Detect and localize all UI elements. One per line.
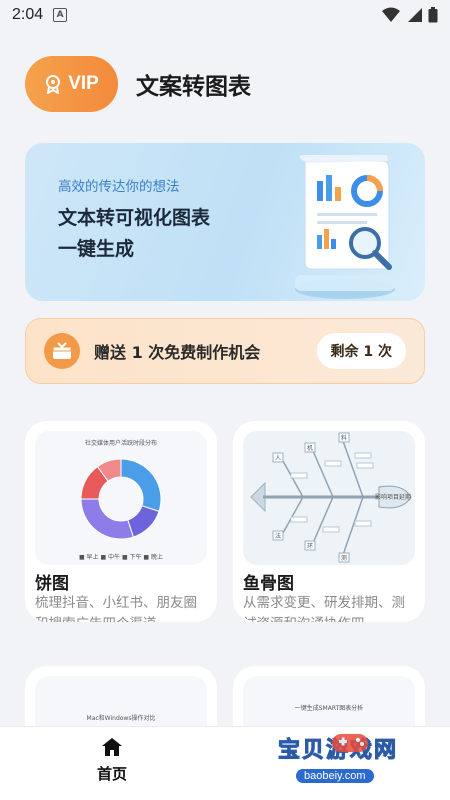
status-time: 2:04 (12, 6, 44, 23)
card-desc-fishbone: 从需求变更、研发排期、测试资源和沟通协作四… (243, 595, 405, 622)
home-icon (102, 738, 122, 756)
free-trial-text: 赠送 1 次免费制作机会 (94, 343, 261, 362)
banner-line2: 一键生成 (58, 238, 135, 260)
report-illustration-icon (295, 155, 395, 299)
fish-node-6: 测 (341, 554, 347, 562)
fish-node-4: 法 (275, 532, 281, 540)
remaining-count-button[interactable]: 剩余 1 次 (316, 333, 406, 369)
promo-banner[interactable]: 高效的传达你的想法 文本转可视化图表 一键生成 (25, 143, 425, 301)
fishbone-thumbnail-chart: 影响项目延期 料 人 机 法 环 测 (250, 432, 412, 563)
tab-home[interactable]: 首页 (82, 737, 142, 784)
pie-thumbnail: 社交媒体用户活跃时段分布 ■ 早上 ■ 中午 ■ 下午 ■ 晚上 (35, 431, 207, 565)
gift-icon (44, 333, 80, 369)
card-desc-pie: 梳理抖音、小红书、朋友圈和搜索广告四个渠道… (35, 595, 197, 622)
wifi-icon (382, 7, 400, 22)
vip-badge-icon (46, 75, 61, 94)
free-trial-bar[interactable]: 赠送 1 次免费制作机会 剩余 1 次 (25, 318, 425, 384)
banner-headline: 文本转可视化图表 一键生成 (58, 203, 210, 265)
gamepad-logo-icon (332, 734, 368, 752)
donut-slice-2 (80, 498, 134, 540)
comparison-thumb-title: Mac和Windows操作对比 (87, 714, 156, 722)
header: VIP 文案转图表 (25, 56, 251, 112)
notification-icon: A (53, 8, 68, 22)
smart-thumb-title: 一键生成SMART图表分析 (295, 704, 364, 712)
card-title-pie: 饼图 (35, 574, 69, 594)
pie-thumb-legend: ■ 早上 ■ 中午 ■ 下午 ■ 晚上 (79, 553, 163, 561)
banner-subtitle: 高效的传达你的想法 (58, 179, 180, 195)
template-card-fishbone[interactable]: 影响项目延期 料 人 机 法 环 测 鱼骨图 从需求变更、研发排期、测试资 (233, 421, 425, 622)
vip-label: VIP (68, 73, 99, 94)
template-card-pie[interactable]: 社交媒体用户活跃时段分布 ■ 早上 ■ 中午 ■ 下午 ■ 晚上 饼图 梳理抖音… (25, 421, 217, 622)
donut-slice-1 (127, 505, 160, 538)
watermark-url: baobeiy.com (296, 769, 374, 783)
tab-home-label: 首页 (96, 765, 127, 783)
battery-icon (428, 7, 438, 23)
site-watermark: 宝贝游戏网 baobeiy.com (278, 732, 418, 784)
page-title: 文案转图表 (136, 74, 251, 100)
status-bar: 2:04 A (0, 0, 450, 30)
fishbone-head-label: 影响项目延期 (375, 493, 411, 501)
signal-icon (408, 8, 422, 22)
banner-line1: 文本转可视化图表 (58, 207, 211, 229)
fish-node-3: 机 (307, 444, 313, 452)
fish-node-5: 环 (307, 543, 313, 550)
donut-slice-0 (120, 458, 162, 512)
status-icons (382, 7, 438, 23)
card-title-fishbone: 鱼骨图 (243, 574, 294, 594)
pie-thumb-title: 社交媒体用户活跃时段分布 (85, 439, 157, 447)
vip-button[interactable]: VIP (25, 56, 118, 112)
fish-node-1: 料 (341, 434, 347, 442)
pie-thumbnail-chart: 社交媒体用户活跃时段分布 ■ 早上 ■ 中午 ■ 下午 ■ 晚上 (79, 439, 163, 561)
fishbone-thumbnail: 影响项目延期 料 人 机 法 环 测 (243, 431, 415, 565)
fish-node-2: 人 (275, 455, 281, 462)
